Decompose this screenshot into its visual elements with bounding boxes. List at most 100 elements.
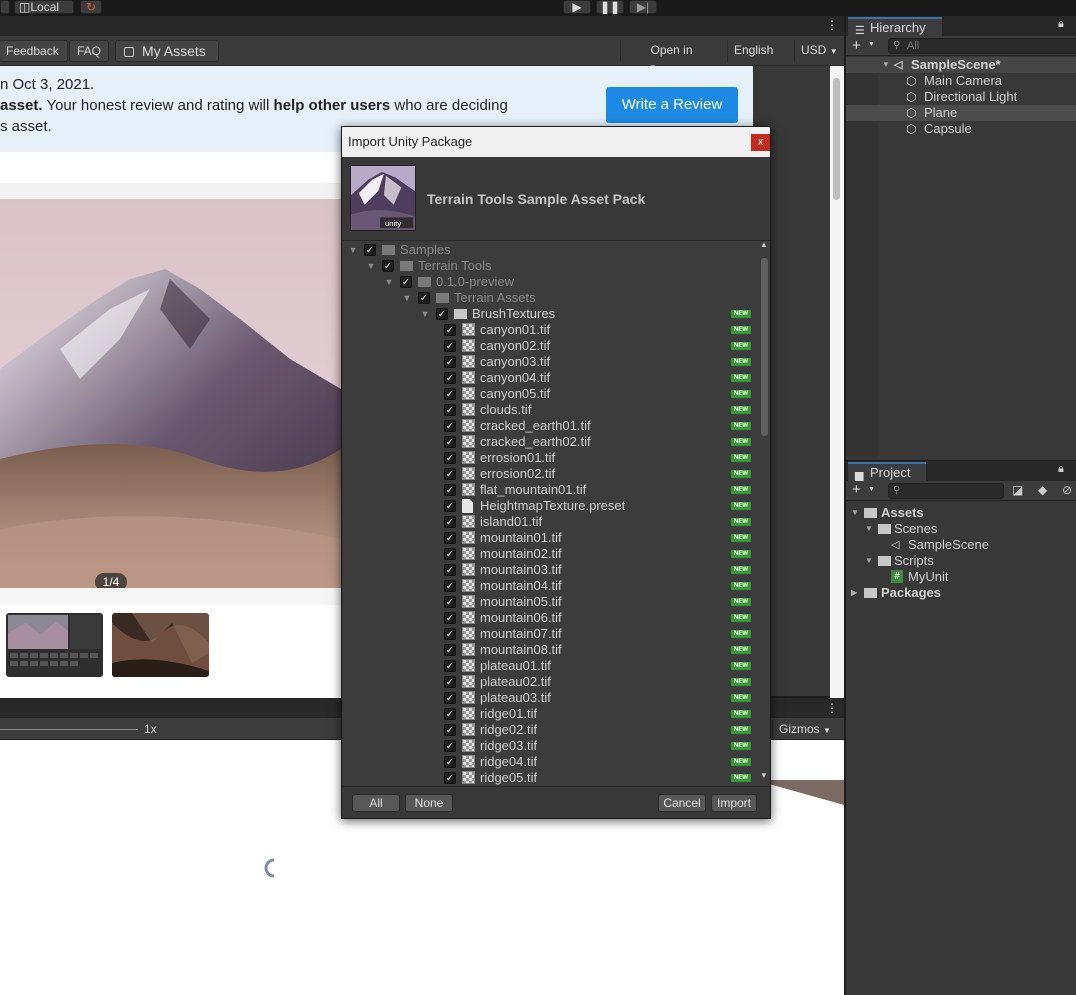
include-checkbox[interactable]: ✓: [444, 612, 456, 624]
include-checkbox[interactable]: ✓: [444, 484, 456, 496]
hero-terrain-image[interactable]: [0, 199, 341, 588]
select-none-button[interactable]: None: [405, 794, 453, 812]
tree-row[interactable]: ✓ canyon05.tif NEW: [343, 386, 758, 402]
include-checkbox[interactable]: ✓: [444, 628, 456, 640]
include-checkbox[interactable]: ✓: [444, 356, 456, 368]
include-checkbox[interactable]: ✓: [444, 660, 456, 672]
visibility-icon[interactable]: ⊘: [1062, 483, 1072, 497]
tree-row[interactable]: ▼ ✓ BrushTextures NEW: [343, 306, 758, 322]
tree-scrollbar-thumb[interactable]: [761, 258, 768, 436]
tree-row[interactable]: ✓ canyon01.tif NEW: [343, 322, 758, 338]
project-search-input[interactable]: ⚲: [888, 483, 1004, 499]
hierarchy-search-input[interactable]: ⚲ All: [888, 38, 1076, 54]
project-item-packages[interactable]: ▶ Packages: [846, 585, 1076, 601]
project-item-samplescene[interactable]: ◁ SampleScene: [846, 537, 1076, 553]
expand-arrow-icon[interactable]: ▼: [851, 505, 859, 521]
tree-row[interactable]: ▼ ✓ Terrain Tools: [343, 258, 758, 274]
include-checkbox[interactable]: ✓: [418, 292, 430, 304]
play-button[interactable]: ▶: [563, 0, 591, 14]
include-checkbox[interactable]: ✓: [364, 244, 376, 256]
feedback-button[interactable]: Feedback: [0, 40, 68, 62]
chevron-down-icon[interactable]: ▼: [868, 486, 875, 493]
include-checkbox[interactable]: ✓: [444, 596, 456, 608]
tree-row[interactable]: ✓ HeightmapTexture.preset NEW: [343, 498, 758, 514]
cancel-button[interactable]: Cancel: [658, 794, 706, 812]
add-icon[interactable]: +: [852, 37, 861, 54]
include-checkbox[interactable]: ✓: [444, 724, 456, 736]
expand-arrow-icon[interactable]: ▼: [365, 258, 377, 274]
gizmos-dropdown[interactable]: Gizmos ▼: [772, 720, 844, 738]
include-checkbox[interactable]: ✓: [444, 436, 456, 448]
include-checkbox[interactable]: ✓: [444, 532, 456, 544]
tree-row[interactable]: ✓ clouds.tif NEW: [343, 402, 758, 418]
write-review-button[interactable]: Write a Review: [606, 87, 738, 123]
tree-row[interactable]: ✓ errosion02.tif NEW: [343, 466, 758, 482]
include-checkbox[interactable]: ✓: [382, 260, 394, 272]
close-button[interactable]: x: [751, 134, 770, 151]
hierarchy-scene-row[interactable]: ▼ ◁ SampleScene*: [846, 57, 1076, 73]
add-icon[interactable]: +: [852, 481, 861, 498]
tree-row[interactable]: ✓ ridge05.tif NEW: [343, 770, 758, 785]
project-item-assets[interactable]: ▼ Assets: [846, 505, 1076, 521]
tree-row[interactable]: ✓ mountain08.tif NEW: [343, 642, 758, 658]
label-tag-icon[interactable]: ◆: [1038, 483, 1047, 497]
tab-project[interactable]: ▆ Project: [848, 462, 926, 482]
project-item-myunit[interactable]: # MyUnit: [846, 569, 1076, 585]
include-checkbox[interactable]: ✓: [444, 708, 456, 720]
tree-row[interactable]: ✓ island01.tif NEW: [343, 514, 758, 530]
tree-row[interactable]: ✓ mountain03.tif NEW: [343, 562, 758, 578]
tree-row[interactable]: ✓ mountain06.tif NEW: [343, 610, 758, 626]
tree-row[interactable]: ✓ cracked_earth01.tif NEW: [343, 418, 758, 434]
tree-row[interactable]: ✓ canyon03.tif NEW: [343, 354, 758, 370]
tree-row[interactable]: ✓ ridge03.tif NEW: [343, 738, 758, 754]
project-item-scenes[interactable]: ▼ Scenes: [846, 521, 1076, 537]
scroll-up-icon[interactable]: ▲: [760, 240, 768, 249]
include-checkbox[interactable]: ✓: [444, 420, 456, 432]
expand-arrow-icon[interactable]: ▼: [419, 306, 431, 322]
step-button[interactable]: ▶|: [629, 0, 657, 14]
gallery-thumbnail-editor[interactable]: [6, 613, 103, 677]
project-item-scripts[interactable]: ▼ Scripts: [846, 553, 1076, 569]
hierarchy-item-main-camera[interactable]: ⬡ Main Camera: [846, 73, 1076, 89]
chevron-down-icon[interactable]: ▼: [868, 41, 875, 48]
include-checkbox[interactable]: ✓: [436, 308, 448, 320]
include-checkbox[interactable]: ✓: [444, 564, 456, 576]
include-checkbox[interactable]: ✓: [444, 580, 456, 592]
toolbar-left-button[interactable]: [0, 0, 10, 14]
tree-row[interactable]: ✓ errosion01.tif NEW: [343, 450, 758, 466]
include-checkbox[interactable]: ✓: [444, 500, 456, 512]
tree-row[interactable]: ▼ ✓ 0.1.0-preview: [343, 274, 758, 290]
expand-arrow-icon[interactable]: ▶: [851, 585, 857, 601]
include-checkbox[interactable]: ✓: [444, 548, 456, 560]
include-checkbox[interactable]: ✓: [444, 388, 456, 400]
tree-row[interactable]: ✓ ridge01.tif NEW: [343, 706, 758, 722]
my-assets-button[interactable]: My Assets: [115, 40, 219, 62]
tree-row[interactable]: ✓ mountain05.tif NEW: [343, 594, 758, 610]
tree-row[interactable]: ✓ plateau02.tif NEW: [343, 674, 758, 690]
tree-row[interactable]: ✓ mountain07.tif NEW: [343, 626, 758, 642]
include-checkbox[interactable]: ✓: [444, 644, 456, 656]
include-checkbox[interactable]: ✓: [444, 756, 456, 768]
lock-icon[interactable]: 🔒︎: [1058, 463, 1064, 476]
tree-row[interactable]: ▼ ✓ Samples: [343, 242, 758, 258]
include-checkbox[interactable]: ✓: [444, 452, 456, 464]
include-checkbox[interactable]: ✓: [444, 516, 456, 528]
currency-dropdown[interactable]: USD ▼: [794, 40, 844, 62]
snap-icon[interactable]: ↻: [80, 0, 102, 14]
tree-row[interactable]: ✓ canyon02.tif NEW: [343, 338, 758, 354]
tree-row[interactable]: ✓ ridge02.tif NEW: [343, 722, 758, 738]
faq-button[interactable]: FAQ: [69, 40, 109, 62]
hierarchy-item-plane[interactable]: ⬡ Plane: [846, 105, 1076, 121]
time-scale-slider[interactable]: [0, 729, 138, 730]
tree-row[interactable]: ✓ ridge04.tif NEW: [343, 754, 758, 770]
web-scrollbar-thumb[interactable]: [833, 78, 840, 200]
expand-arrow-icon[interactable]: ▼: [401, 290, 413, 306]
include-checkbox[interactable]: ✓: [444, 772, 456, 784]
tree-row[interactable]: ✓ mountain04.tif NEW: [343, 578, 758, 594]
include-checkbox[interactable]: ✓: [444, 404, 456, 416]
pause-button[interactable]: ❚❚: [596, 0, 624, 14]
expand-arrow-icon[interactable]: ▼: [882, 57, 890, 73]
tree-row[interactable]: ✓ cracked_earth02.tif NEW: [343, 434, 758, 450]
tree-row[interactable]: ✓ plateau03.tif NEW: [343, 690, 758, 706]
include-checkbox[interactable]: ✓: [444, 676, 456, 688]
